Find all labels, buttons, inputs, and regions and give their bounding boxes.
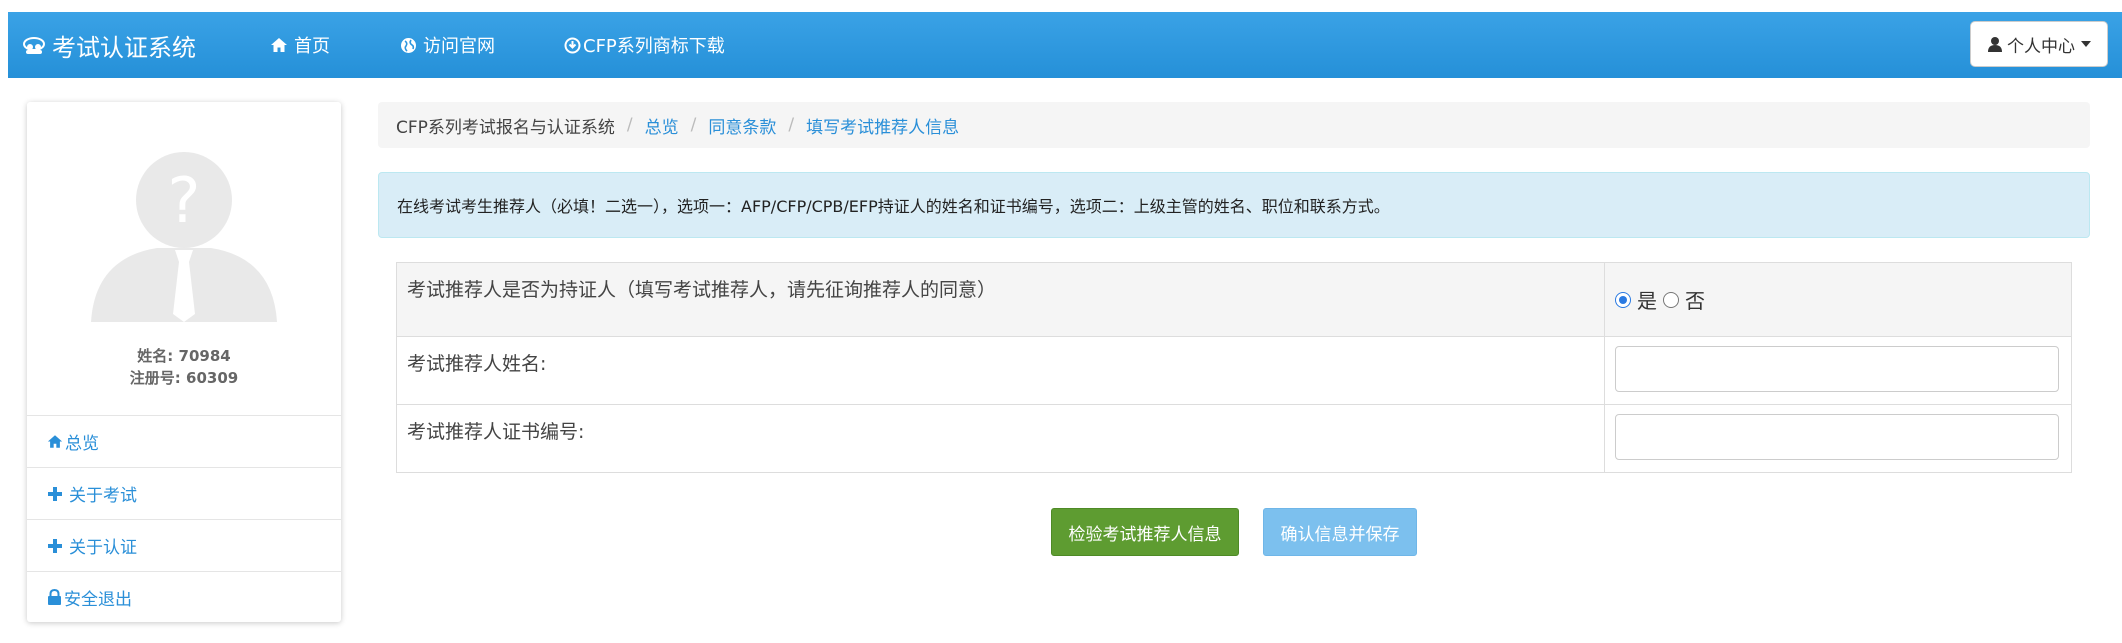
nav-download[interactable]: CFP系列商标下载: [564, 12, 725, 78]
referee-name-input[interactable]: [1615, 346, 2059, 392]
referee-form-table: 考试推荐人是否为持证人（填写考试推荐人，请先征询推荐人的同意） 是 否 考试推荐…: [396, 262, 2072, 473]
sidebar-item-about-certification[interactable]: 关于认证: [27, 519, 341, 571]
brand-title: 考试认证系统: [52, 33, 196, 62]
radio-yes[interactable]: [1615, 291, 1631, 308]
home-icon: [47, 435, 63, 448]
breadcrumb: CFP系列考试报名与认证系统 / 总览 / 同意条款 / 填写考试推荐人信息: [378, 102, 2090, 148]
sidebar-item-overview[interactable]: 总览: [27, 415, 341, 467]
check-referee-button[interactable]: 检验考试推荐人信息: [1051, 508, 1239, 556]
sidebar-item-label: 安全退出: [64, 590, 132, 610]
table-row: 考试推荐人证书编号:: [396, 404, 2072, 473]
certified-radio-cell: 是 否: [1604, 262, 2072, 337]
avatar-placeholder-icon: ?: [91, 152, 277, 322]
cloud-users-icon: [23, 37, 45, 54]
brand[interactable]: 考试认证系统: [22, 12, 196, 78]
globe-icon: [401, 37, 416, 53]
sidebar-item-logout[interactable]: 安全退出: [27, 571, 341, 623]
breadcrumb-item-overview[interactable]: 总览: [645, 113, 679, 138]
sidebar-item-label: 关于考试: [69, 486, 137, 506]
user-center-label: 个人中心: [2007, 36, 2075, 57]
radio-no[interactable]: [1663, 291, 1679, 308]
table-row: 考试推荐人是否为持证人（填写考试推荐人，请先征询推荐人的同意） 是 否: [396, 262, 2072, 337]
top-navbar: 考试认证系统 首页 访问官网 CFP系列商标下载 个人中心: [8, 12, 2122, 78]
sidebar-item-label: 关于认证: [69, 538, 137, 558]
nav-visit-site[interactable]: 访问官网: [400, 12, 495, 78]
caret-down-icon: [2081, 41, 2091, 47]
info-alert-text: 在线考试考生推荐人（必填！二选一），选项一：AFP/CFP/CPB/EFP持证人…: [397, 197, 1390, 216]
radio-yes-label: 是: [1637, 289, 1657, 313]
breadcrumb-item-terms[interactable]: 同意条款: [708, 113, 776, 138]
nav-home[interactable]: 首页: [270, 12, 330, 78]
certified-radio-group: 是 否: [1615, 285, 2061, 314]
confirm-save-button[interactable]: 确认信息并保存: [1263, 508, 1417, 556]
referee-cert-input[interactable]: [1615, 414, 2059, 460]
breadcrumb-separator: /: [788, 115, 795, 135]
nav-visit-site-label: 访问官网: [423, 36, 495, 57]
user-icon: [1988, 37, 2002, 52]
breadcrumb-item-current[interactable]: 填写考试推荐人信息: [806, 113, 959, 138]
table-row: 考试推荐人姓名:: [396, 336, 2072, 405]
lock-icon: [48, 589, 61, 605]
sidebar-item-label: 总览: [65, 434, 99, 454]
plus-icon: [48, 538, 62, 553]
profile-name: 姓名: 70984: [137, 347, 231, 365]
radio-no-label: 否: [1685, 289, 1705, 313]
referee-cert-label: 考试推荐人证书编号:: [396, 404, 1605, 473]
sidebar-menu: 总览 关于考试 关于认证 安全退出: [27, 415, 341, 623]
nav-download-label: CFP系列商标下载: [583, 36, 725, 57]
svg-text:?: ?: [168, 164, 201, 237]
question-certified-label: 考试推荐人是否为持证人（填写考试推荐人，请先征询推荐人的同意）: [396, 262, 1605, 337]
profile-reg-number: 注册号: 60309: [129, 369, 239, 387]
user-center-dropdown[interactable]: 个人中心: [1970, 21, 2108, 67]
breadcrumb-separator: /: [690, 115, 697, 135]
referee-cert-cell: [1604, 404, 2072, 473]
breadcrumb-item-system: CFP系列考试报名与认证系统: [396, 117, 615, 138]
plus-icon: [48, 486, 62, 501]
referee-name-label: 考试推荐人姓名:: [396, 336, 1605, 405]
download-circle-icon: [564, 37, 581, 53]
sidebar-item-about-exam[interactable]: 关于考试: [27, 467, 341, 519]
sidebar: ? 姓名: 70984 注册号: 60309 总览 关于考试 关于认证 安全退出: [27, 102, 341, 622]
info-alert: 在线考试考生推荐人（必填！二选一），选项一：AFP/CFP/CPB/EFP持证人…: [378, 172, 2090, 238]
nav-home-label: 首页: [294, 36, 330, 57]
breadcrumb-separator: /: [626, 115, 633, 135]
home-icon: [271, 38, 287, 52]
referee-name-cell: [1604, 336, 2072, 405]
